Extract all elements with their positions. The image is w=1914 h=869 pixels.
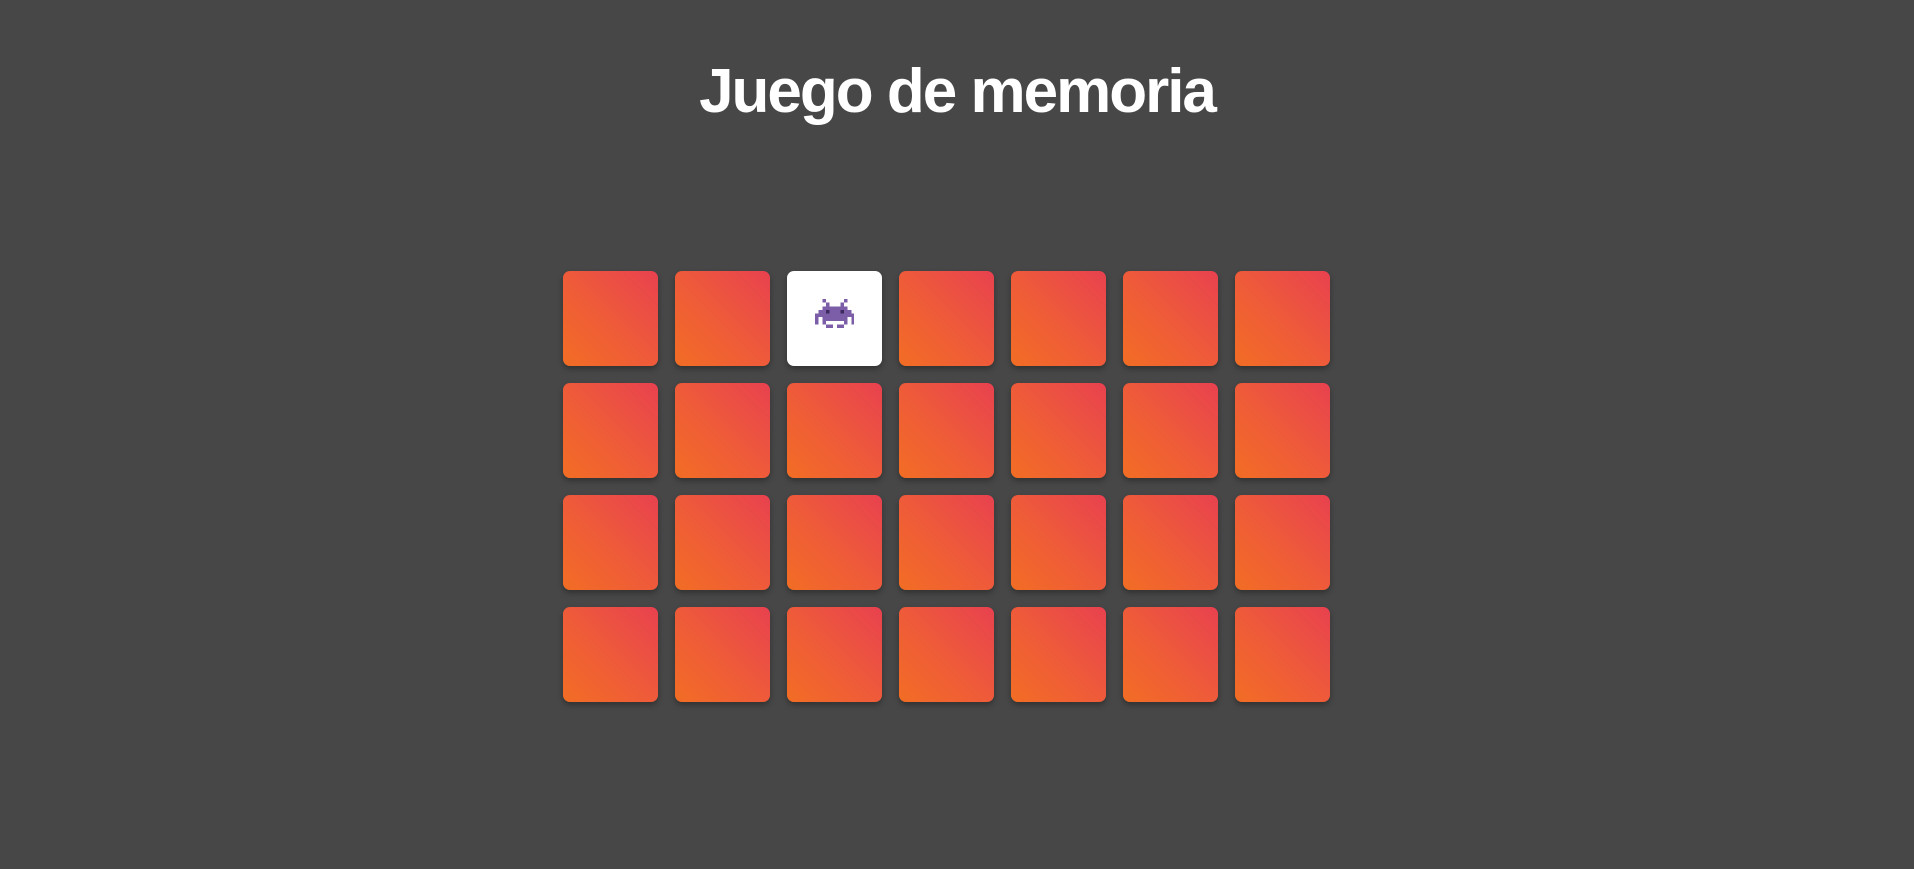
memory-card[interactable] — [563, 607, 658, 702]
memory-card[interactable] — [1011, 607, 1106, 702]
memory-card[interactable] — [675, 495, 770, 590]
memory-card[interactable] — [787, 271, 882, 366]
memory-card[interactable] — [675, 271, 770, 366]
memory-card[interactable] — [1011, 271, 1106, 366]
memory-card[interactable] — [1123, 271, 1218, 366]
memory-card[interactable] — [1123, 495, 1218, 590]
memory-card[interactable] — [1011, 495, 1106, 590]
memory-card[interactable] — [787, 383, 882, 478]
page-title: Juego de memoria — [699, 57, 1217, 126]
memory-card[interactable] — [675, 383, 770, 478]
memory-card[interactable] — [787, 607, 882, 702]
memory-card[interactable] — [1235, 271, 1330, 366]
memory-card[interactable] — [899, 383, 994, 478]
memory-card[interactable] — [899, 607, 994, 702]
memory-card[interactable] — [563, 495, 658, 590]
alien-monster-icon — [814, 298, 855, 339]
memory-card[interactable] — [1235, 495, 1330, 590]
memory-card[interactable] — [563, 383, 658, 478]
memory-card[interactable] — [1011, 383, 1106, 478]
memory-card[interactable] — [1235, 607, 1330, 702]
memory-card[interactable] — [1235, 383, 1330, 478]
memory-card[interactable] — [899, 271, 994, 366]
card-grid — [563, 271, 1332, 703]
memory-card[interactable] — [563, 271, 658, 366]
memory-card[interactable] — [899, 495, 994, 590]
memory-card[interactable] — [675, 607, 770, 702]
memory-game-page: Juego de memoria — [0, 0, 1914, 869]
memory-card[interactable] — [1123, 383, 1218, 478]
memory-card[interactable] — [787, 495, 882, 590]
memory-card[interactable] — [1123, 607, 1218, 702]
